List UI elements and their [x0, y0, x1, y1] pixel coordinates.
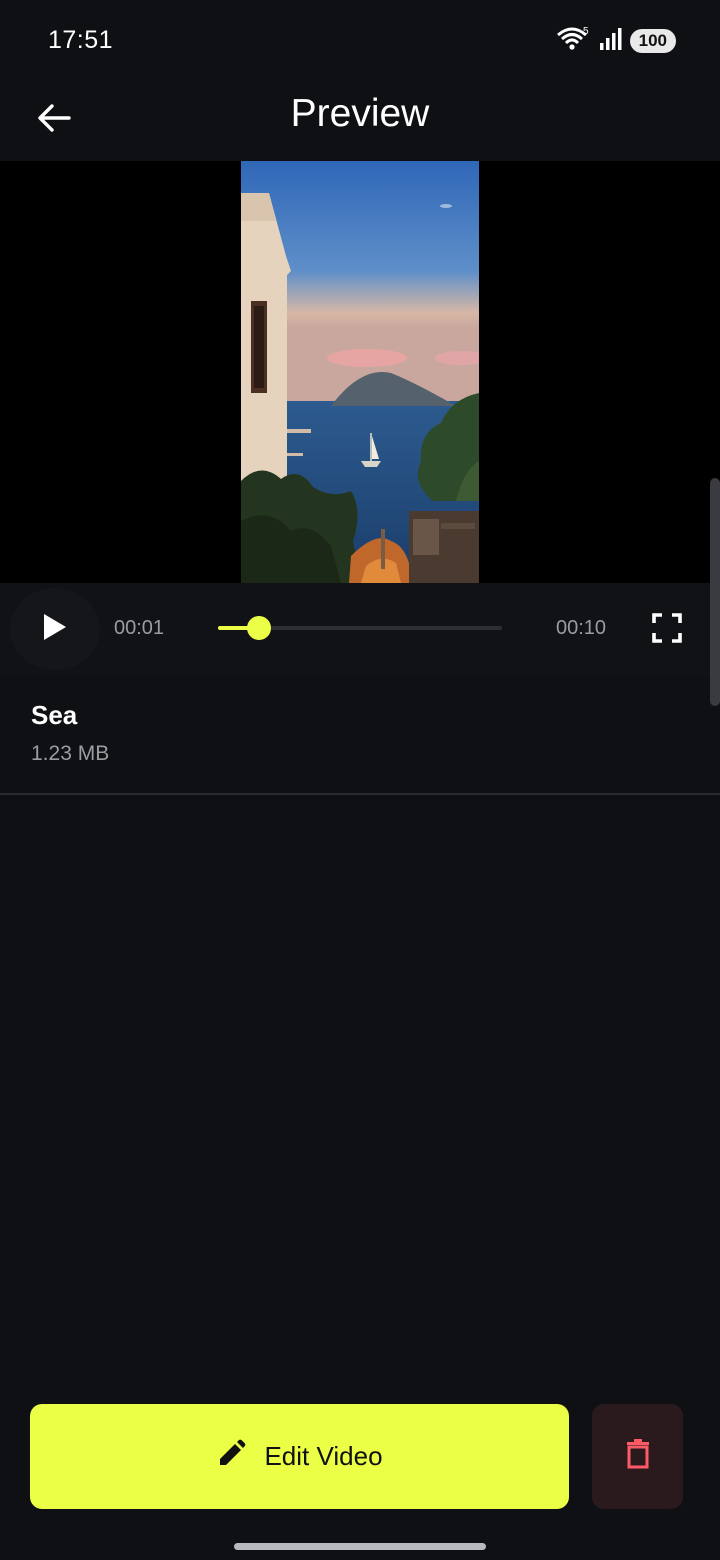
seek-thumb[interactable] — [247, 616, 272, 640]
edit-video-label: Edit Video — [264, 1441, 383, 1471]
app-bar: Preview — [0, 80, 720, 160]
scroll-indicator[interactable] — [710, 478, 720, 706]
video-thumbnail — [241, 161, 479, 583]
divider — [0, 793, 720, 795]
signal-icon — [598, 27, 622, 56]
video-player[interactable] — [0, 161, 720, 583]
status-time: 17:51 — [48, 26, 114, 54]
play-button[interactable] — [10, 588, 100, 670]
page-title: Preview — [290, 92, 430, 135]
total-time: 00:10 — [556, 617, 607, 639]
play-icon — [42, 612, 68, 647]
status-icons: 5 100 — [556, 26, 676, 56]
wifi-icon: 5 — [556, 25, 590, 58]
wifi-badge: 5 — [583, 26, 589, 37]
current-time: 00:01 — [114, 617, 165, 639]
pencil-icon — [216, 1439, 246, 1474]
battery-icon: 100 — [629, 29, 676, 53]
fullscreen-button[interactable] — [646, 609, 688, 651]
file-name: Sea — [31, 700, 78, 730]
home-indicator[interactable] — [234, 1543, 486, 1550]
delete-button[interactable] — [592, 1404, 683, 1509]
status-bar: 17:51 5 100 — [0, 0, 720, 80]
seek-bar[interactable] — [218, 616, 502, 640]
file-size: 1.23 MB — [31, 742, 110, 765]
player-controls: 00:01 00:10 — [0, 583, 720, 675]
fullscreen-icon — [652, 612, 682, 648]
trash-icon — [626, 1439, 650, 1474]
edit-video-button[interactable]: Edit Video — [30, 1404, 569, 1509]
